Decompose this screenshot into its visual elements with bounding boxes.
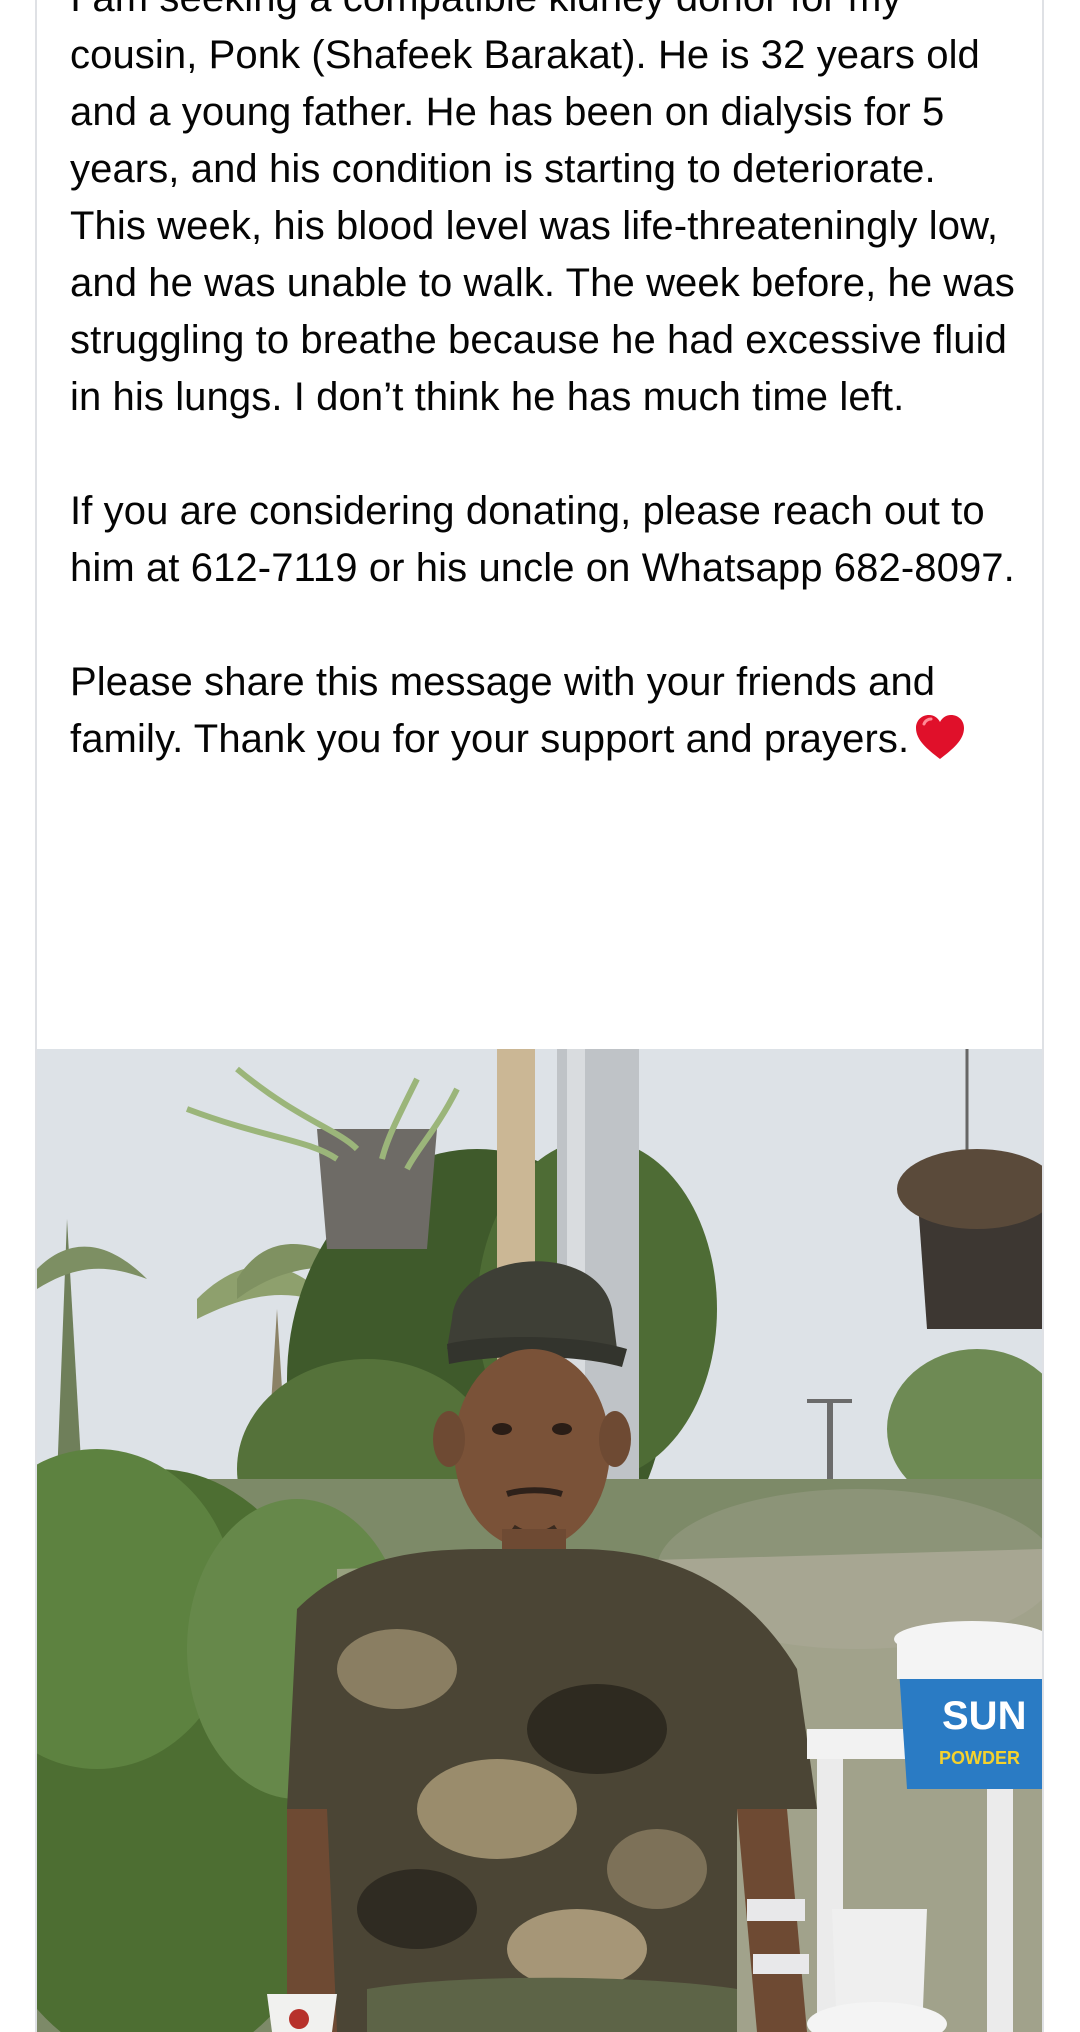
heart-icon: [916, 715, 965, 759]
photo-illustration: SUN POWDER: [37, 1049, 1042, 2032]
post-paragraph: If you are considering donating, please …: [70, 489, 1015, 590]
post-photo[interactable]: SUN POWDER: [37, 1049, 1042, 2032]
post-paragraph: Please share this message with your frie…: [70, 654, 1020, 768]
post-paragraph: I am seeking a compatible kidney donor f…: [70, 0, 1015, 419]
post-paragraph-text: Please share this message with your frie…: [70, 660, 947, 761]
post-card: I am seeking a compatible kidney donor f…: [35, 0, 1044, 2032]
bucket-label-text: POWDER: [939, 1748, 1020, 1768]
bucket-brand-text: SUN: [942, 1694, 1026, 1738]
post-body: I am seeking a compatible kidney donor f…: [70, 0, 1020, 768]
